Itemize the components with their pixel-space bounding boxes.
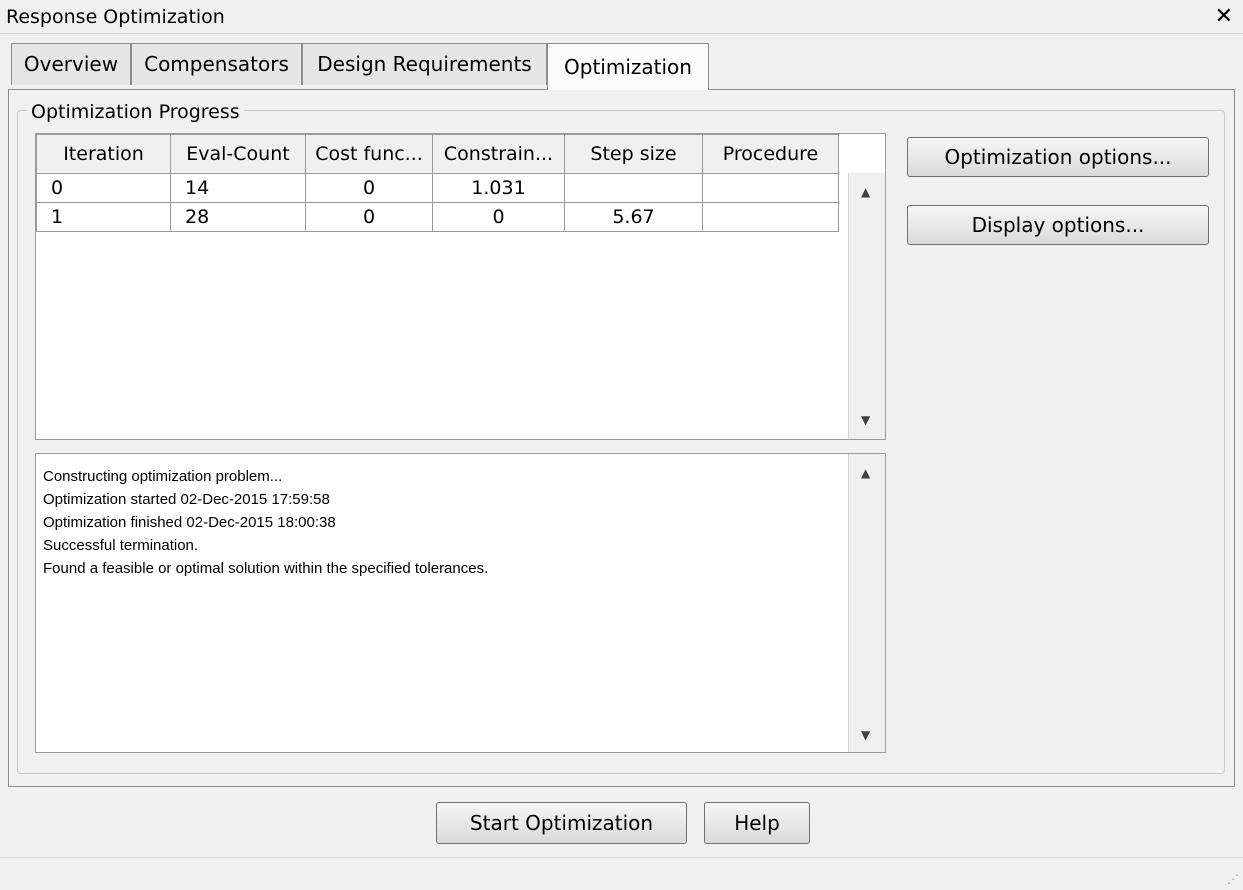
log-text: Constructing optimization problem... Opt… xyxy=(43,465,488,580)
tab-compensators[interactable]: Compensators xyxy=(131,43,302,85)
table-header-row: Iteration Eval-Count Cost func... Constr… xyxy=(36,134,839,174)
tab-optimization[interactable]: Optimization xyxy=(547,43,709,90)
table-row[interactable]: 0 14 0 1.031 xyxy=(36,173,839,203)
column-header[interactable]: Iteration xyxy=(36,134,171,174)
table-cell: 0 xyxy=(432,202,565,232)
table-cell xyxy=(564,173,703,203)
column-header[interactable]: Step size xyxy=(564,134,703,174)
table-cell xyxy=(702,173,839,203)
table-scrollbar[interactable]: ▲ ▼ xyxy=(848,173,885,439)
column-header[interactable]: Cost func... xyxy=(305,134,433,174)
table-cell: 28 xyxy=(170,202,306,232)
table-cell: 5.67 xyxy=(564,202,703,232)
log-line: Found a feasible or optimal solution wit… xyxy=(43,560,489,577)
table-row[interactable]: 1 28 0 0 5.67 xyxy=(36,202,839,232)
window-title: Response Optimization xyxy=(6,6,225,28)
start-optimization-button[interactable]: Start Optimization xyxy=(436,802,687,844)
optimization-options-button[interactable]: Optimization options... xyxy=(907,137,1209,177)
column-header[interactable]: Constrain... xyxy=(432,134,565,174)
scroll-down-icon[interactable]: ▼ xyxy=(861,413,870,427)
log-scrollbar[interactable]: ▲ ▼ xyxy=(848,454,885,752)
help-button[interactable]: Help xyxy=(704,802,810,844)
progress-table: Iteration Eval-Count Cost func... Constr… xyxy=(35,133,886,440)
tab-design-requirements[interactable]: Design Requirements xyxy=(302,43,547,85)
column-header[interactable]: Eval-Count xyxy=(170,134,306,174)
table-cell: 1.031 xyxy=(432,173,565,203)
resize-grip-icon[interactable]: ⋰ xyxy=(1227,872,1239,886)
display-options-button[interactable]: Display options... xyxy=(907,205,1209,245)
log-line: Constructing optimization problem... xyxy=(43,468,283,485)
table-cell: 0 xyxy=(36,173,171,203)
scroll-up-icon[interactable]: ▲ xyxy=(861,185,870,199)
log-line: Successful termination. xyxy=(43,537,199,554)
close-icon[interactable]: ✕ xyxy=(1215,4,1233,29)
scroll-up-icon[interactable]: ▲ xyxy=(861,466,870,480)
log-line: Optimization finished 02-Dec-2015 18:00:… xyxy=(43,514,336,531)
log-line: Optimization started 02-Dec-2015 17:59:5… xyxy=(43,491,330,508)
tab-overview[interactable]: Overview xyxy=(11,43,131,85)
group-label: Optimization Progress xyxy=(27,101,244,123)
progress-grid: Iteration Eval-Count Cost func... Constr… xyxy=(36,134,839,232)
status-divider xyxy=(0,857,1243,858)
scroll-down-icon[interactable]: ▼ xyxy=(861,728,870,742)
table-cell: 14 xyxy=(170,173,306,203)
log-output[interactable]: Constructing optimization problem... Opt… xyxy=(35,453,886,753)
column-header[interactable]: Procedure xyxy=(702,134,839,174)
table-cell xyxy=(702,202,839,232)
table-cell: 0 xyxy=(305,173,433,203)
table-cell: 0 xyxy=(305,202,433,232)
table-cell: 1 xyxy=(36,202,171,232)
